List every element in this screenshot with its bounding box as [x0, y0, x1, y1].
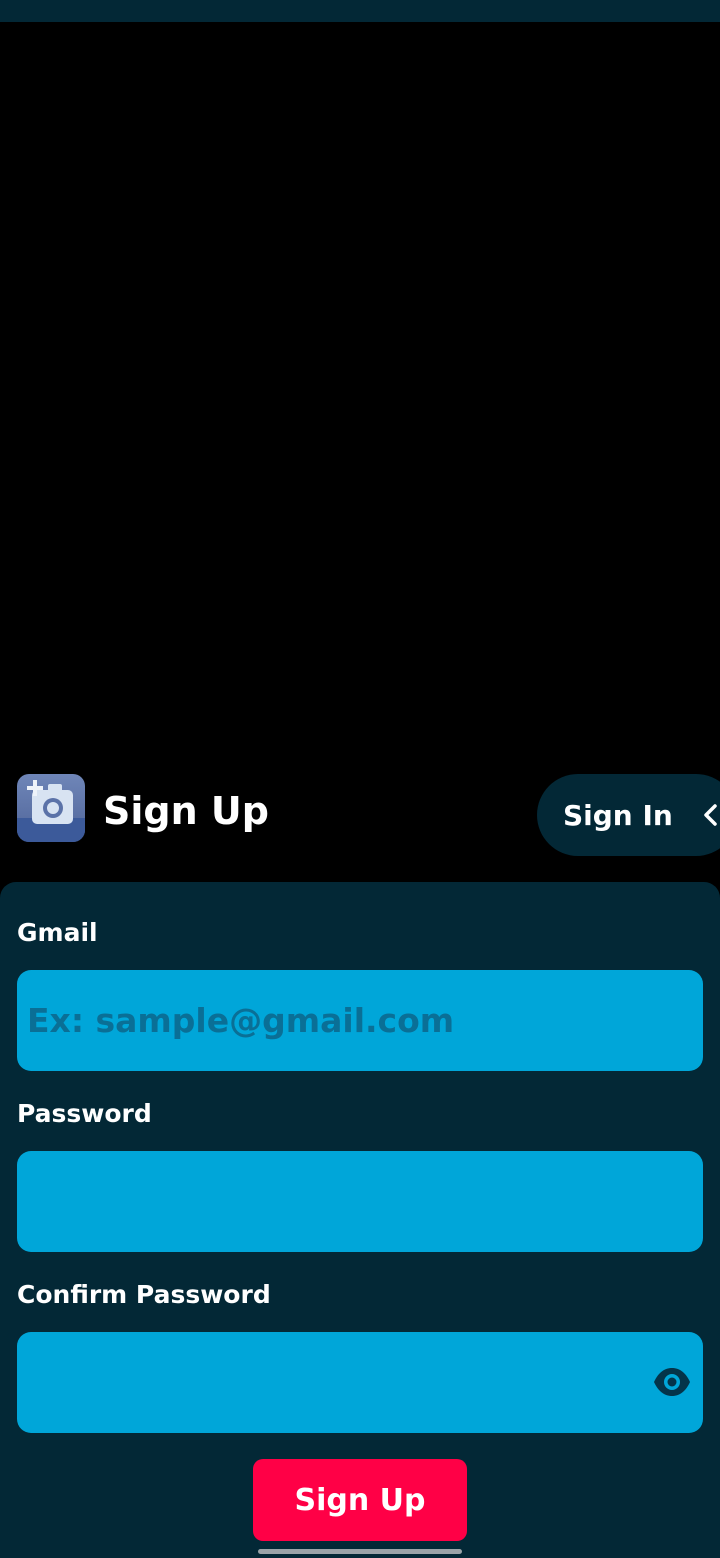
home-indicator [258, 1549, 462, 1554]
confirm-password-field[interactable] [27, 1332, 647, 1433]
eye-icon[interactable] [653, 1366, 691, 1398]
camera-plus-icon [17, 774, 85, 842]
status-bar [0, 0, 720, 22]
sign-in-button[interactable]: Sign In [537, 774, 720, 856]
page-title: Sign Up [103, 789, 269, 833]
confirm-password-field-container [17, 1332, 703, 1433]
gmail-label: Gmail [17, 918, 98, 947]
signup-form: Gmail Password Confirm Password [0, 882, 720, 1558]
confirm-password-label: Confirm Password [17, 1280, 271, 1309]
gmail-field[interactable] [27, 970, 693, 1071]
chevron-left-icon [704, 804, 717, 826]
password-field-container [17, 1151, 703, 1252]
password-field[interactable] [27, 1151, 693, 1252]
camera-preview-area [0, 22, 720, 772]
sign-in-label: Sign In [563, 798, 673, 832]
gmail-field-container [17, 970, 703, 1071]
password-label: Password [17, 1099, 152, 1128]
sign-up-button[interactable]: Sign Up [253, 1459, 467, 1541]
